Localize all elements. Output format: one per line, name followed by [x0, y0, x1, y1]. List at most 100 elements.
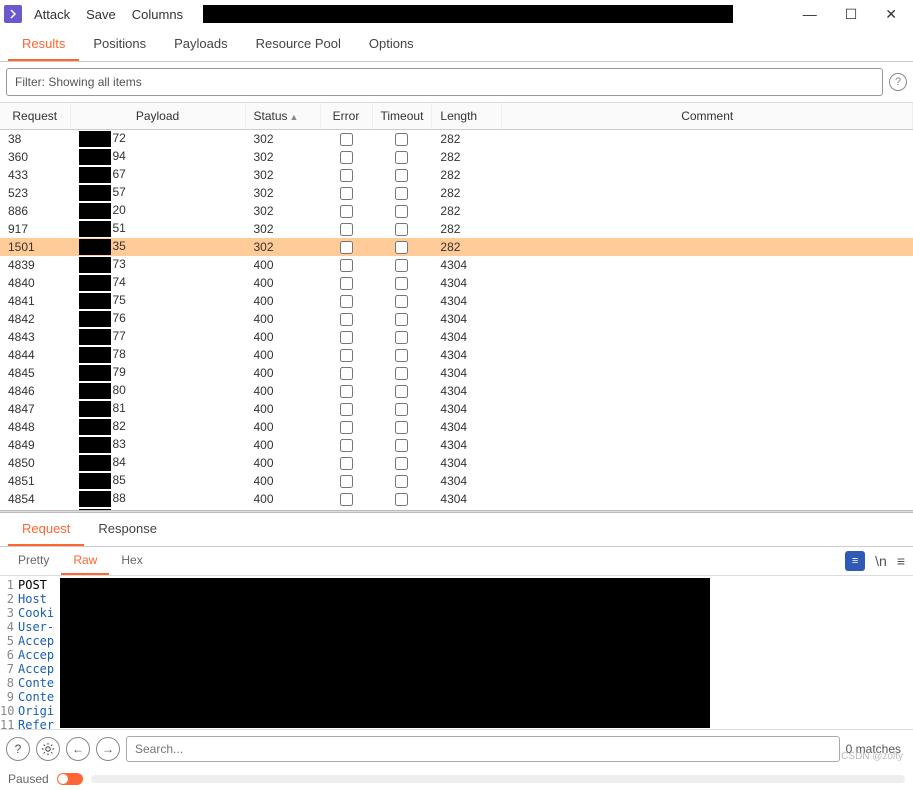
cell-comment[interactable] — [502, 148, 913, 166]
table-row[interactable]: 4846804004304 — [0, 382, 913, 400]
timeout-checkbox[interactable] — [395, 223, 408, 236]
error-checkbox[interactable] — [340, 277, 353, 290]
tab-request[interactable]: Request — [8, 513, 84, 546]
cell-comment[interactable] — [502, 472, 913, 490]
tab-positions[interactable]: Positions — [79, 28, 160, 61]
table-row[interactable]: 4842764004304 — [0, 310, 913, 328]
hamburger-icon[interactable]: ≡ — [897, 553, 905, 569]
cell-comment[interactable] — [502, 364, 913, 382]
cell-comment[interactable] — [502, 400, 913, 418]
tab-options[interactable]: Options — [355, 28, 428, 61]
error-checkbox[interactable] — [340, 187, 353, 200]
error-checkbox[interactable] — [340, 493, 353, 506]
cell-comment[interactable] — [502, 184, 913, 202]
timeout-checkbox[interactable] — [395, 151, 408, 164]
menu-columns[interactable]: Columns — [132, 7, 183, 22]
tab-response[interactable]: Response — [84, 513, 171, 546]
error-checkbox[interactable] — [340, 133, 353, 146]
table-row[interactable]: 4839734004304 — [0, 256, 913, 274]
timeout-checkbox[interactable] — [395, 187, 408, 200]
timeout-checkbox[interactable] — [395, 295, 408, 308]
error-checkbox[interactable] — [340, 349, 353, 362]
table-row[interactable]: 4848824004304 — [0, 418, 913, 436]
prev-match-button[interactable]: ← — [66, 737, 90, 761]
col-header-payload[interactable]: Payload — [70, 103, 245, 130]
error-checkbox[interactable] — [340, 367, 353, 380]
timeout-checkbox[interactable] — [395, 169, 408, 182]
timeout-checkbox[interactable] — [395, 277, 408, 290]
col-header-length[interactable]: Length — [432, 103, 502, 130]
col-header-comment[interactable]: Comment — [502, 103, 913, 130]
tab-resource-pool[interactable]: Resource Pool — [242, 28, 355, 61]
timeout-checkbox[interactable] — [395, 205, 408, 218]
table-row[interactable]: 4841754004304 — [0, 292, 913, 310]
error-checkbox[interactable] — [340, 439, 353, 452]
menu-save[interactable]: Save — [86, 7, 116, 22]
tab-results[interactable]: Results — [8, 28, 79, 61]
timeout-checkbox[interactable] — [395, 385, 408, 398]
table-row[interactable]: 4851854004304 — [0, 472, 913, 490]
col-header-request[interactable]: Request — [0, 103, 70, 130]
newline-toggle[interactable]: \n — [875, 553, 887, 569]
next-match-button[interactable]: → — [96, 737, 120, 761]
col-header-error[interactable]: Error — [320, 103, 372, 130]
table-row[interactable]: 150135302282 — [0, 238, 913, 256]
timeout-checkbox[interactable] — [395, 421, 408, 434]
table-row[interactable]: 43367302282 — [0, 166, 913, 184]
code-area[interactable]: POSTHostCookiUser-AccepAccepAccepConteCo… — [18, 576, 54, 729]
cell-comment[interactable] — [502, 328, 913, 346]
viewtab-raw[interactable]: Raw — [61, 547, 109, 575]
timeout-checkbox[interactable] — [395, 475, 408, 488]
cell-comment[interactable] — [502, 256, 913, 274]
table-row[interactable]: 52357302282 — [0, 184, 913, 202]
table-row[interactable]: 4844784004304 — [0, 346, 913, 364]
cell-comment[interactable] — [502, 238, 913, 256]
timeout-checkbox[interactable] — [395, 439, 408, 452]
raw-editor[interactable]: 1234567891011 POSTHostCookiUser-AccepAcc… — [0, 576, 913, 729]
col-header-status[interactable]: Status▲ — [245, 103, 320, 130]
timeout-checkbox[interactable] — [395, 241, 408, 254]
cell-comment[interactable] — [502, 274, 913, 292]
error-checkbox[interactable] — [340, 151, 353, 164]
error-checkbox[interactable] — [340, 295, 353, 308]
cell-comment[interactable] — [502, 346, 913, 364]
filter-input[interactable]: Filter: Showing all items — [6, 68, 883, 96]
cell-comment[interactable] — [502, 436, 913, 454]
table-row[interactable]: 4840744004304 — [0, 274, 913, 292]
table-row[interactable]: 91751302282 — [0, 220, 913, 238]
cell-comment[interactable] — [502, 382, 913, 400]
error-checkbox[interactable] — [340, 457, 353, 470]
cell-comment[interactable] — [502, 220, 913, 238]
help-icon[interactable]: ? — [889, 73, 907, 91]
close-button[interactable]: ✕ — [885, 6, 897, 23]
error-checkbox[interactable] — [340, 313, 353, 326]
timeout-checkbox[interactable] — [395, 349, 408, 362]
error-checkbox[interactable] — [340, 331, 353, 344]
table-row[interactable]: 4850844004304 — [0, 454, 913, 472]
error-checkbox[interactable] — [340, 403, 353, 416]
cell-comment[interactable] — [502, 130, 913, 149]
timeout-checkbox[interactable] — [395, 133, 408, 146]
col-header-timeout[interactable]: Timeout — [372, 103, 432, 130]
timeout-checkbox[interactable] — [395, 403, 408, 416]
error-checkbox[interactable] — [340, 241, 353, 254]
table-row[interactable]: 3872302282 — [0, 130, 913, 149]
gear-icon[interactable] — [36, 737, 60, 761]
help-icon[interactable]: ? — [6, 737, 30, 761]
viewtab-pretty[interactable]: Pretty — [6, 547, 61, 575]
error-checkbox[interactable] — [340, 475, 353, 488]
table-row[interactable]: 4843774004304 — [0, 328, 913, 346]
actions-button[interactable]: ≡ — [845, 551, 865, 571]
table-row[interactable]: 88620302282 — [0, 202, 913, 220]
error-checkbox[interactable] — [340, 169, 353, 182]
viewtab-hex[interactable]: Hex — [109, 547, 154, 575]
error-checkbox[interactable] — [340, 385, 353, 398]
cell-comment[interactable] — [502, 454, 913, 472]
cell-comment[interactable] — [502, 310, 913, 328]
timeout-checkbox[interactable] — [395, 313, 408, 326]
minimize-button[interactable]: — — [803, 6, 817, 23]
timeout-checkbox[interactable] — [395, 259, 408, 272]
error-checkbox[interactable] — [340, 421, 353, 434]
table-row[interactable]: 4847814004304 — [0, 400, 913, 418]
timeout-checkbox[interactable] — [395, 457, 408, 470]
